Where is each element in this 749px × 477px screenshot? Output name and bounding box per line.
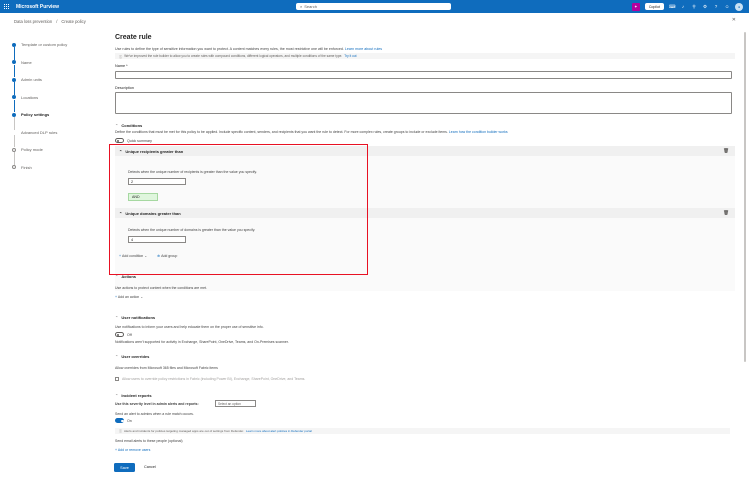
- conditions-desc: Define the conditions that must be met f…: [115, 130, 508, 134]
- top-bar: Microsoft Purview ⌕ Search ✦ Copilot ⌨ ♪…: [0, 0, 749, 13]
- step-dot: [12, 77, 16, 82]
- severity-dropdown[interactable]: Select an option: [215, 400, 256, 407]
- allow-overrides-checkbox[interactable]: [115, 377, 119, 381]
- save-button[interactable]: Save: [114, 463, 135, 472]
- wizard-steps: Template or custom policy Name Admin uni…: [12, 42, 67, 182]
- diagnostics-icon[interactable]: ⚲: [691, 4, 697, 10]
- learn-more-rules-link[interactable]: Learn more about rules: [345, 47, 382, 51]
- email-alerts-label: Send email alerts to these people (optio…: [115, 439, 183, 443]
- user-notifications-header[interactable]: ⌃ User notifications: [115, 315, 155, 320]
- allow-overrides-label: Allow users to override policy restricti…: [122, 377, 306, 381]
- breadcrumb: Data loss prevention / Create policy: [14, 19, 86, 24]
- app-launcher-icon[interactable]: [4, 3, 10, 10]
- step-dot: [12, 165, 16, 169]
- bell-icon[interactable]: ♪: [680, 4, 686, 9]
- step-name[interactable]: Name: [12, 60, 67, 77]
- step-policy-settings[interactable]: Policy settings: [12, 112, 67, 130]
- alerts-info-bar: ⓘ Alerts and incidents for policies targ…: [115, 428, 730, 434]
- brand-title[interactable]: Microsoft Purview: [16, 4, 59, 10]
- step-locations[interactable]: Locations: [12, 95, 67, 112]
- user-overrides-header[interactable]: ⌃ User overrides: [115, 354, 149, 359]
- step-advanced-dlp-rules[interactable]: Advanced DLP rules: [12, 130, 67, 147]
- scrollbar-thumb[interactable]: [743, 32, 746, 362]
- search-placeholder: Search: [304, 4, 317, 9]
- step-policy-mode[interactable]: Policy mode: [12, 147, 67, 165]
- name-label: Name *: [115, 64, 128, 68]
- copilot-button[interactable]: Copilot: [644, 3, 664, 10]
- alert-label: Send an alert to admins when a rule matc…: [115, 412, 194, 416]
- chevron-up-icon: ⌃: [115, 123, 119, 128]
- description-label: Description: [115, 86, 134, 90]
- incident-reports-header[interactable]: ⌃ Incident reports: [115, 393, 152, 398]
- cancel-button[interactable]: Cancel: [144, 465, 156, 469]
- close-icon[interactable]: ✕: [732, 17, 736, 23]
- breadcrumb-item[interactable]: Data loss prevention: [14, 19, 52, 24]
- user-notifications-toggle-label: Off: [127, 332, 132, 337]
- intro-text: Use rules to define the type of sensitiv…: [115, 47, 383, 51]
- quick-summary-toggle[interactable]: [115, 138, 124, 143]
- avatar[interactable]: ●: [735, 2, 743, 11]
- info-icon: ⓘ: [119, 429, 123, 433]
- step-finish[interactable]: Finish: [12, 165, 67, 183]
- step-dot: [12, 95, 16, 99]
- chevron-up-icon: ⌃: [115, 315, 119, 320]
- help-icon[interactable]: ?: [713, 4, 719, 9]
- info-icon: ⓘ: [119, 54, 123, 59]
- alert-policies-link[interactable]: Learn more about alert policies in Defen…: [246, 429, 312, 433]
- breadcrumb-separator: /: [56, 19, 58, 24]
- search-input[interactable]: ⌕ Search: [296, 3, 451, 10]
- admin-alert-toggle[interactable]: [115, 418, 124, 423]
- actions-desc: Use actions to protect content when the …: [115, 286, 208, 290]
- chevron-up-icon: ⌃: [115, 354, 119, 359]
- user-notifications-desc: Use notifications to inform your users a…: [115, 325, 264, 329]
- gear-icon[interactable]: ⚙: [702, 4, 708, 10]
- admin-alert-toggle-label: On: [127, 418, 132, 423]
- step-dot: [12, 42, 16, 47]
- step-template[interactable]: Template or custom policy: [12, 42, 67, 60]
- breadcrumb-item[interactable]: Create policy: [61, 19, 85, 24]
- user-notifications-toggle[interactable]: [115, 332, 124, 337]
- trash-icon[interactable]: 🗑: [723, 148, 729, 154]
- conditions-header[interactable]: ⌃ Conditions: [115, 123, 142, 128]
- condition-builder-link[interactable]: Learn how the condition builder works: [449, 130, 508, 134]
- copilot-icon[interactable]: ✦: [631, 2, 640, 11]
- info-bar: ⓘ We've improved the rule builder to all…: [115, 53, 735, 59]
- chevron-up-icon: ⌃: [115, 393, 119, 398]
- page-title: Create rule: [115, 34, 152, 41]
- feedback-icon[interactable]: ☺: [724, 4, 730, 9]
- name-field[interactable]: [115, 71, 732, 79]
- step-dot: [12, 112, 16, 117]
- user-overrides-desc: Allow overrides from Microsoft 365 files…: [115, 366, 218, 370]
- trash-icon[interactable]: 🗑: [723, 210, 729, 216]
- add-action-button[interactable]: + Add an action ⌄: [115, 295, 143, 299]
- step-dot: [12, 60, 16, 64]
- highlight-box: [109, 144, 368, 275]
- scrollbar[interactable]: [743, 28, 746, 468]
- quick-summary-label: Quick summary: [127, 138, 152, 143]
- severity-label: Use this severity level in admin alerts …: [115, 402, 199, 406]
- search-icon: ⌕: [300, 4, 303, 9]
- try-it-out-link[interactable]: Try it out: [344, 54, 356, 58]
- step-admin-units[interactable]: Admin units: [12, 77, 67, 95]
- user-notifications-note: Notifications aren't supported for activ…: [115, 340, 289, 344]
- description-field[interactable]: [115, 92, 732, 114]
- step-dot: [12, 147, 16, 152]
- add-remove-users-link[interactable]: + Add or remove users: [115, 448, 150, 452]
- terminal-icon[interactable]: ⌨: [669, 4, 676, 10]
